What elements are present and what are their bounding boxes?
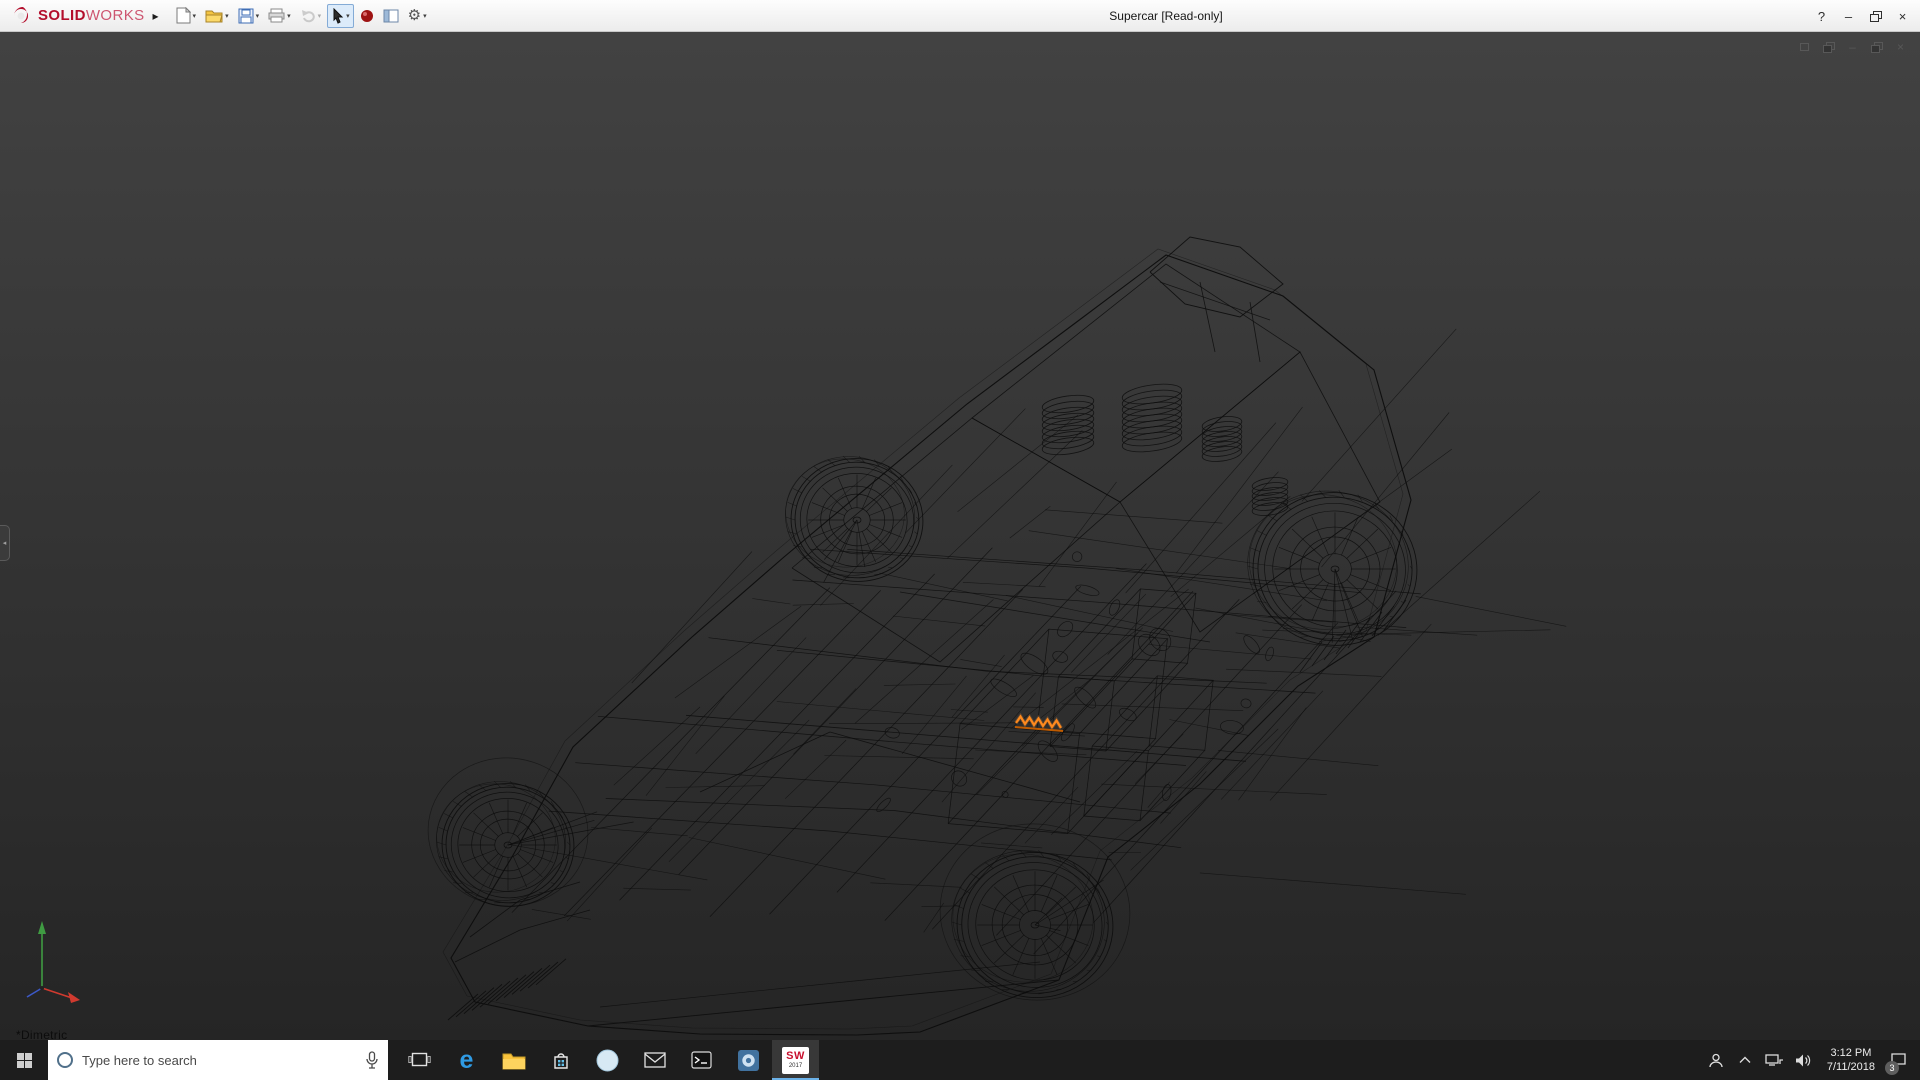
solidworks-2017-button[interactable]: SW 2017 <box>772 1040 819 1080</box>
undo-button[interactable]: ▾ <box>297 6 325 26</box>
edrawings-icon <box>738 1049 759 1071</box>
cortana-icon <box>57 1052 73 1068</box>
volume-button[interactable] <box>1789 1040 1818 1080</box>
solidworks-app-icon: SW 2017 <box>782 1046 809 1074</box>
mail-envelope-icon <box>643 1052 666 1068</box>
x-axis-arrow <box>68 992 80 1003</box>
open-document-button[interactable]: ▾ <box>202 5 232 26</box>
y-axis-arrow <box>38 921 46 934</box>
action-center-button[interactable]: 3 <box>1884 1040 1913 1080</box>
dropdown-chevron-icon[interactable]: ▾ <box>193 12 197 20</box>
select-tool-button[interactable]: ▾ <box>327 3 354 28</box>
wireframe-car-model[interactable] <box>0 32 1920 1040</box>
task-view-button[interactable] <box>396 1040 443 1080</box>
speaker-icon <box>1795 1054 1811 1066</box>
mail-button[interactable] <box>631 1040 678 1080</box>
record-macro-button[interactable] <box>357 6 377 26</box>
undo-arrow-icon <box>301 9 315 22</box>
help-button[interactable]: ? <box>1808 3 1835 29</box>
store-button[interactable] <box>537 1040 584 1080</box>
3ds-logo-icon <box>14 6 28 23</box>
settings-button[interactable]: ⚙ ▾ <box>405 5 430 26</box>
edge-icon: e <box>459 1045 474 1074</box>
clock-time: 3:12 PM <box>1830 1047 1872 1059</box>
notification-badge: 3 <box>1885 1061 1899 1075</box>
task-view-icon <box>408 1052 431 1067</box>
chevron-up-icon <box>1739 1056 1751 1063</box>
clock-date: 7/11/2018 <box>1826 1061 1875 1073</box>
windows-logo-icon <box>16 1052 32 1068</box>
brand-text-solid: SOLID <box>38 6 86 24</box>
printer-icon <box>268 8 285 23</box>
solidworks-logo: SOLIDWORKS <box>0 6 149 25</box>
hidden-icons-button[interactable] <box>1731 1040 1760 1080</box>
dropdown-chevron-icon[interactable]: ▾ <box>256 12 260 20</box>
new-document-icon <box>176 7 191 24</box>
solidworks-icon-year: 2017 <box>788 1063 803 1069</box>
system-tray: 3:12 PM 7/11/2018 3 <box>1702 1040 1920 1080</box>
new-document-button[interactable]: ▾ <box>173 4 200 27</box>
z-axis <box>26 987 43 998</box>
solidworks-icon-letters: SW <box>786 1050 805 1062</box>
gear-icon: ⚙ <box>407 6 422 24</box>
dropdown-chevron-icon[interactable]: ▾ <box>225 12 229 20</box>
start-button[interactable] <box>0 1040 48 1080</box>
menu-expand-arrow[interactable]: ▸ <box>153 9 159 23</box>
circle-app-icon <box>596 1049 619 1071</box>
select-cursor-icon <box>333 7 344 24</box>
solidworks-desktop: { "app": { "brand_solid": "SOLID", "bran… <box>0 0 1920 1080</box>
network-icon <box>1765 1054 1783 1066</box>
circle-app-button[interactable] <box>584 1040 631 1080</box>
people-icon <box>1709 1053 1724 1067</box>
edge-button[interactable]: e <box>443 1040 490 1080</box>
save-floppy-icon <box>238 8 254 23</box>
network-button[interactable] <box>1760 1040 1789 1080</box>
cascade-windows-icon[interactable] <box>1821 39 1836 54</box>
edrawings-button[interactable] <box>725 1040 772 1080</box>
file-explorer-icon <box>502 1053 525 1069</box>
taskbar-search-input[interactable]: Type here to search <box>48 1040 388 1080</box>
save-button[interactable]: ▾ <box>235 5 263 27</box>
file-explorer-button[interactable] <box>490 1040 537 1080</box>
search-placeholder: Type here to search <box>82 1052 197 1068</box>
open-folder-icon <box>205 10 223 23</box>
child-minimize-button[interactable]: – <box>1845 39 1860 54</box>
command-prompt-icon <box>691 1051 712 1069</box>
options-panel-button[interactable] <box>380 6 402 26</box>
brand-text: SOLIDWORKS <box>38 7 145 25</box>
app-title-bar: SOLIDWORKS ▸ ▾ ▾ ▾ ▾ ▾ ▾ ⚙ ▾ Supercar [R… <box>0 0 1920 32</box>
graphics-viewport[interactable]: – × ◂ *Dimetric <box>0 32 1920 1042</box>
minimize-button[interactable]: – <box>1835 3 1862 29</box>
child-close-button[interactable]: × <box>1893 39 1908 54</box>
window-controls: ? – × <box>1808 0 1916 32</box>
dropdown-chevron-icon[interactable]: ▾ <box>346 12 350 20</box>
dropdown-chevron-icon[interactable]: ▾ <box>318 12 322 20</box>
dropdown-chevron-icon[interactable]: ▾ <box>287 12 291 20</box>
child-restore-button[interactable] <box>1869 39 1884 54</box>
dropdown-chevron-icon[interactable]: ▾ <box>423 12 427 20</box>
document-window-controls: – × <box>1797 39 1908 54</box>
close-button[interactable]: × <box>1889 3 1916 29</box>
quick-access-toolbar: ▾ ▾ ▾ ▾ ▾ ▾ ⚙ ▾ <box>173 3 430 28</box>
document-title: Supercar [Read-only] <box>1109 9 1223 23</box>
windows-taskbar: Type here to search e SW 2017 3:12 PM 7/… <box>0 1040 1920 1080</box>
command-prompt-button[interactable] <box>678 1040 725 1080</box>
task-pane-collapse-tab[interactable]: ◂ <box>0 525 10 561</box>
people-button[interactable] <box>1702 1040 1731 1080</box>
clock[interactable]: 3:12 PM 7/11/2018 <box>1818 1046 1884 1074</box>
brand-text-works: WORKS <box>85 6 145 24</box>
orientation-triad[interactable] <box>2 908 94 1012</box>
restore-icon <box>1870 11 1882 22</box>
microphone-icon[interactable] <box>365 1051 379 1069</box>
new-window-icon[interactable] <box>1797 39 1812 54</box>
print-button[interactable]: ▾ <box>265 5 294 26</box>
store-bag-icon <box>553 1053 568 1069</box>
panel-columns-icon <box>383 9 399 22</box>
restore-button[interactable] <box>1862 3 1889 29</box>
red-sphere-icon <box>360 9 373 22</box>
